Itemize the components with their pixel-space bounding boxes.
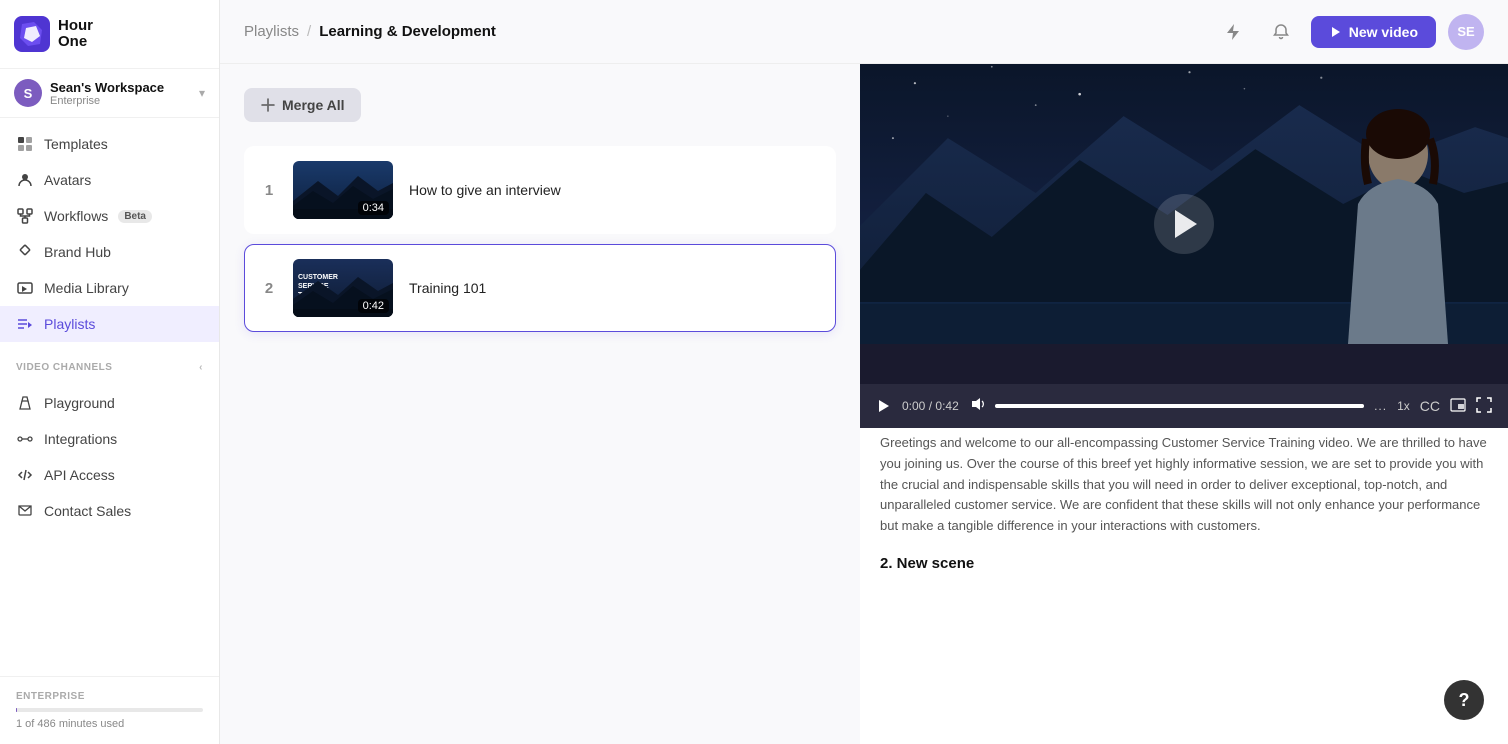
time-display: 0:00 / 0:42	[902, 399, 959, 413]
new-video-button[interactable]: New video	[1311, 16, 1436, 48]
video-title: How to give an interview	[409, 182, 561, 198]
workspace-avatar: S	[14, 79, 42, 107]
workflows-label: Workflows	[44, 208, 108, 224]
workspace-plan: Enterprise	[50, 95, 191, 107]
notification-btn[interactable]	[1263, 14, 1299, 50]
brand-hub-label: Brand Hub	[44, 244, 111, 260]
logo-hour: Hour	[58, 18, 93, 35]
progress-fill	[995, 404, 1364, 408]
sidebar-item-playlists[interactable]: Playlists	[0, 306, 219, 342]
video-person	[1288, 84, 1508, 344]
video-title: Training 101	[409, 280, 486, 296]
playlists-label: Playlists	[44, 316, 95, 332]
enterprise-label: ENTERPRISE	[16, 691, 203, 702]
sidebar-item-contact-sales[interactable]: Contact Sales	[0, 493, 219, 529]
sidebar-item-api-access[interactable]: API Access	[0, 457, 219, 493]
media-library-label: Media Library	[44, 280, 129, 296]
video-number: 1	[261, 182, 277, 199]
video-thumbnail: 0:34	[293, 161, 393, 219]
playlist-panel: Merge All 1 0:34	[220, 64, 860, 744]
avatars-icon	[16, 171, 34, 189]
thumb-duration: 0:42	[358, 299, 389, 313]
api-access-label: API Access	[44, 467, 115, 483]
breadcrumb: Playlists / Learning & Development	[244, 23, 496, 40]
person-silhouette	[1308, 104, 1488, 344]
bottom-nav: Playground Integrations API Access Conta…	[0, 377, 219, 537]
flash-icon-btn[interactable]	[1215, 14, 1251, 50]
fullscreen-button[interactable]	[1476, 397, 1492, 416]
sidebar-item-workflows[interactable]: Workflows Beta	[0, 198, 219, 234]
video-list: 1 0:34 How to give an interview	[244, 146, 836, 332]
sidebar-item-integrations[interactable]: Integrations	[0, 421, 219, 457]
video-description: 1. LAYOUT-001 Greetings and welcome to o…	[860, 384, 1508, 744]
chevron-down-icon: ▾	[199, 86, 205, 100]
thumb-duration: 0:34	[358, 201, 389, 215]
scene-1-text: Greetings and welcome to our all-encompa…	[880, 433, 1488, 537]
merge-all-button[interactable]: Merge All	[244, 88, 361, 122]
play-button-overlay[interactable]	[1154, 194, 1214, 254]
cc-button[interactable]: CC	[1420, 398, 1440, 414]
breadcrumb-separator: /	[307, 23, 311, 40]
user-avatar-btn[interactable]: SE	[1448, 14, 1484, 50]
main-nav: Templates Avatars Workflows Beta Brand H…	[0, 118, 219, 350]
help-button[interactable]: ?	[1444, 680, 1484, 720]
avatars-label: Avatars	[44, 172, 91, 188]
sidebar-item-media-library[interactable]: Media Library	[0, 270, 219, 306]
api-access-icon	[16, 466, 34, 484]
sidebar-item-playground[interactable]: Playground	[0, 385, 219, 421]
logo-area: Hour One	[0, 0, 219, 69]
play-triangle-icon	[1175, 210, 1197, 238]
topbar-actions: New video SE	[1215, 14, 1484, 50]
integrations-label: Integrations	[44, 431, 117, 447]
breadcrumb-playlists[interactable]: Playlists	[244, 23, 299, 40]
sidebar: Hour One S Sean's Workspace Enterprise ▾…	[0, 0, 220, 744]
speed-button[interactable]: 1x	[1397, 399, 1410, 413]
templates-label: Templates	[44, 136, 108, 152]
contact-sales-label: Contact Sales	[44, 503, 131, 519]
content-area: Merge All 1 0:34	[220, 64, 1508, 744]
video-controls: 0:00 / 0:42 ... 1x CC	[860, 384, 1508, 428]
topbar: Playlists / Learning & Development New v…	[220, 0, 1508, 64]
video-player: 0:00 / 0:42 ... 1x CC	[860, 64, 1508, 384]
logo-one: One	[58, 34, 93, 51]
brand-hub-icon	[16, 243, 34, 261]
logo-text: Hour One	[58, 18, 93, 51]
progress-track[interactable]	[995, 404, 1364, 408]
video-channels-section: Video channels ‹	[0, 350, 219, 377]
workflows-icon	[16, 207, 34, 225]
collapse-icon[interactable]: ‹	[199, 362, 203, 373]
video-item[interactable]: 2 CUSTOMER SERVICE TRAINING 0:42	[244, 244, 836, 332]
scene-2-title: 2. New scene	[880, 555, 1488, 572]
main-content: Playlists / Learning & Development New v…	[220, 0, 1508, 744]
playlists-icon	[16, 315, 34, 333]
playground-icon	[16, 394, 34, 412]
usage-text: 1 of 486 minutes used	[16, 718, 203, 730]
more-options-button[interactable]: ...	[1374, 399, 1387, 413]
media-library-icon	[16, 279, 34, 297]
video-panel: 0:00 / 0:42 ... 1x CC	[860, 64, 1508, 744]
workspace-name: Sean's Workspace	[50, 80, 191, 95]
video-item[interactable]: 1 0:34 How to give an interview	[244, 146, 836, 234]
integrations-icon	[16, 430, 34, 448]
svg-text:CUSTOMER: CUSTOMER	[298, 274, 338, 281]
hour-one-logo-icon	[14, 16, 50, 52]
usage-progress-bar	[16, 708, 203, 712]
play-pause-button[interactable]	[876, 398, 892, 414]
video-background	[860, 64, 1508, 384]
sidebar-footer: ENTERPRISE 1 of 486 minutes used	[0, 676, 219, 744]
sidebar-item-brand-hub[interactable]: Brand Hub	[0, 234, 219, 270]
contact-sales-icon	[16, 502, 34, 520]
volume-button[interactable]	[969, 396, 985, 417]
workspace-info: Sean's Workspace Enterprise	[50, 80, 191, 107]
workspace-selector[interactable]: S Sean's Workspace Enterprise ▾	[0, 69, 219, 118]
sidebar-item-templates[interactable]: Templates	[0, 126, 219, 162]
pip-button[interactable]	[1450, 397, 1466, 416]
playground-label: Playground	[44, 395, 115, 411]
breadcrumb-current: Learning & Development	[319, 23, 496, 40]
templates-icon	[16, 135, 34, 153]
workflows-badge: Beta	[118, 210, 152, 223]
video-thumbnail: CUSTOMER SERVICE TRAINING 0:42	[293, 259, 393, 317]
video-number: 2	[261, 280, 277, 297]
sidebar-item-avatars[interactable]: Avatars	[0, 162, 219, 198]
